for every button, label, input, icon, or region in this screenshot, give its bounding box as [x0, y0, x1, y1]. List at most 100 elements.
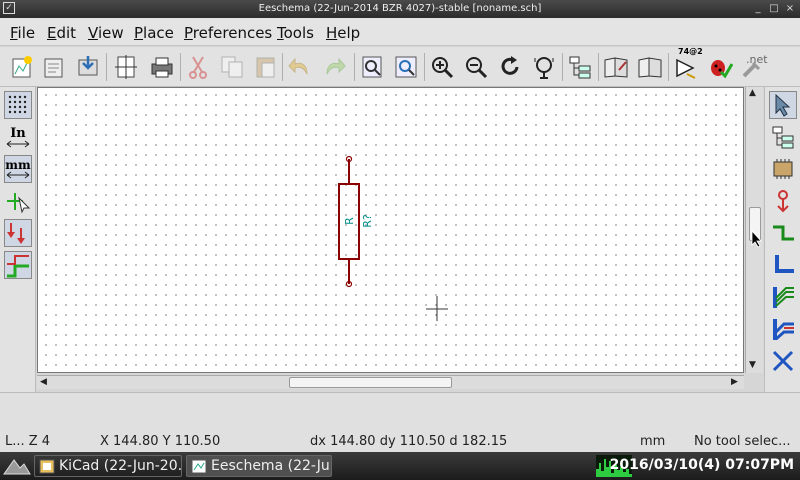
hidden-pins-icon: [7, 223, 25, 244]
print-button[interactable]: [148, 53, 176, 81]
mouse-pointer-icon: [751, 230, 762, 248]
title-bar: ✓ Eeschema (22-Jun-2014 BZR 4027)-stable…: [0, 0, 800, 18]
start-menu-icon[interactable]: [2, 456, 32, 476]
grid-toggle-button[interactable]: [4, 91, 32, 119]
annotate-icon: [676, 58, 696, 79]
kicad-app-icon: [39, 459, 55, 474]
save-button[interactable]: [74, 53, 102, 81]
page-settings-button[interactable]: [112, 53, 140, 81]
place-power-button[interactable]: [769, 187, 797, 215]
copy-button[interactable]: [218, 53, 246, 81]
bus-icon: [775, 255, 794, 273]
taskbar-eeschema-label: Eeschema (22-Ju...: [211, 458, 332, 474]
component-icon: [773, 159, 793, 179]
taskbar-eeschema[interactable]: Eeschema (22-Ju...: [186, 455, 332, 477]
zoom-fit-button[interactable]: [530, 53, 558, 81]
window-title: Eeschema (22-Jun-2014 BZR 4027)-stable […: [258, 3, 542, 14]
menu-preferences[interactable]: Preferences: [184, 24, 272, 42]
redraw-button[interactable]: [496, 53, 524, 81]
menu-edit[interactable]: Edit: [47, 24, 76, 42]
menu-help[interactable]: Help: [326, 24, 360, 42]
find-button[interactable]: [358, 53, 386, 81]
undo-button[interactable]: [286, 53, 314, 81]
units-inch-button[interactable]: In: [4, 123, 32, 151]
zoom-fit-icon: [534, 57, 554, 79]
chip-badge: 74@2: [678, 47, 703, 56]
no-connect-button[interactable]: [769, 347, 797, 375]
place-wire-button[interactable]: [769, 219, 797, 247]
maximize-button[interactable]: □: [768, 2, 780, 15]
undo-icon: [288, 57, 308, 75]
new-schematic-button[interactable]: [8, 53, 36, 81]
place-bus-button[interactable]: [769, 251, 797, 279]
clock: 2016/03/10(4) 07:07PM: [609, 457, 794, 473]
arrow-both-icon: [6, 140, 30, 147]
new-sheet-icon: [12, 56, 32, 78]
component-reference: R?: [361, 214, 374, 228]
zoom-out-button[interactable]: [462, 53, 490, 81]
minimize-button[interactable]: _: [752, 2, 764, 15]
redo-button[interactable]: [320, 53, 348, 81]
scissors-icon: [189, 56, 207, 79]
schematic-drawing: R R?: [338, 155, 448, 321]
open-schematic-button[interactable]: [40, 53, 68, 81]
no-connect-icon: [772, 350, 794, 372]
scroll-up-icon[interactable]: ▲: [749, 88, 756, 98]
library-browser-button[interactable]: [636, 53, 664, 81]
menu-tools[interactable]: Tools: [277, 24, 314, 42]
resistor-component[interactable]: R R?: [338, 155, 374, 288]
select-tool-button[interactable]: [769, 91, 797, 119]
horizontal-scrollbar[interactable]: ◀ ▶: [37, 375, 744, 389]
cut-button[interactable]: [184, 53, 212, 81]
schematic-canvas[interactable]: R R?: [37, 87, 744, 373]
close-button[interactable]: ×: [784, 2, 796, 15]
zoom-in-icon: [432, 57, 454, 79]
units-mm-label: mm: [5, 158, 31, 172]
left-toolbar: In mm: [0, 87, 36, 393]
units-mm-button[interactable]: mm: [4, 155, 32, 183]
power-port-icon: [777, 190, 789, 213]
bus-to-bus-entry-button[interactable]: [769, 315, 797, 343]
vertical-scrollbar[interactable]: ▲ ▼: [745, 87, 763, 373]
units-inch-label: In: [10, 125, 26, 141]
paste-button[interactable]: [252, 53, 280, 81]
horizontal-scroll-thumb[interactable]: [289, 377, 452, 388]
menu-view[interactable]: View: [88, 24, 124, 42]
annotate-button[interactable]: 74@2: [672, 47, 703, 81]
menu-file[interactable]: File: [10, 24, 35, 42]
hv-orientation-button[interactable]: [4, 251, 32, 279]
zoom-in-button[interactable]: [428, 53, 456, 81]
library-editor-button[interactable]: [602, 53, 630, 81]
scroll-left-icon[interactable]: ◀: [40, 377, 47, 387]
taskbar-kicad-label: KiCad (22-Jun-20...: [59, 458, 182, 474]
cursor-shape-button[interactable]: [4, 187, 32, 215]
units-status: mm: [640, 434, 666, 449]
hierarchy-navigator-button[interactable]: [566, 53, 594, 81]
wire-to-bus-entry-button[interactable]: [769, 283, 797, 311]
taskbar-kicad[interactable]: KiCad (22-Jun-20...: [34, 455, 182, 477]
scroll-right-icon[interactable]: ▶: [731, 377, 738, 387]
scroll-down-icon[interactable]: ▼: [749, 360, 756, 370]
wire-orientation-icon: [7, 255, 29, 278]
hierarchy-navigate-button[interactable]: [769, 123, 797, 151]
main-toolbar: 74@2 .net: [0, 47, 800, 87]
message-panel: [0, 392, 800, 432]
redo-icon: [326, 57, 346, 75]
bug-icon: [711, 60, 733, 79]
show-hidden-pins-button[interactable]: [4, 219, 32, 247]
find-replace-button[interactable]: [392, 53, 420, 81]
paste-icon: [256, 57, 275, 78]
netlist-button[interactable]: .net: [740, 53, 768, 81]
hierarchy-icon: [569, 56, 591, 79]
bus-entry-icon: [773, 287, 794, 308]
erc-button[interactable]: [706, 53, 734, 81]
menu-place[interactable]: Place: [134, 24, 174, 42]
zoom-out-icon: [466, 57, 488, 79]
open-sheet-icon: [44, 58, 63, 78]
component-value: R: [343, 217, 356, 225]
library-browser-icon: [638, 57, 662, 78]
menu-bar: File Edit View Place Preferences Tools H…: [0, 18, 800, 46]
printer-icon: [151, 57, 173, 78]
netlist-badge: .net: [746, 53, 768, 66]
place-component-button[interactable]: [769, 155, 797, 183]
